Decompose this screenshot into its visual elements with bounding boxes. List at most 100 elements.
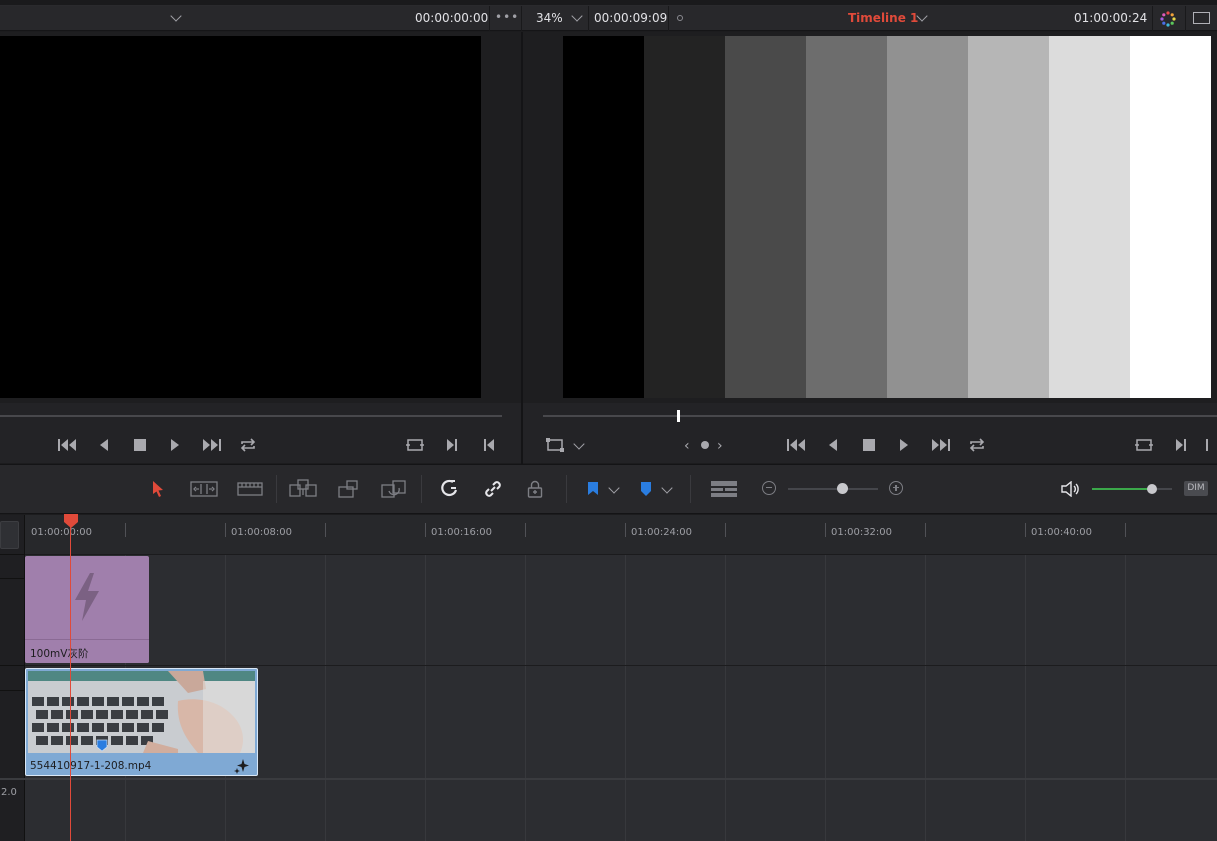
loop-icon[interactable] bbox=[237, 434, 259, 456]
header-divider bbox=[521, 6, 522, 31]
clip-marker-icon[interactable] bbox=[96, 739, 108, 752]
jump-to-start-icon[interactable] bbox=[57, 434, 79, 456]
viewer-zoom-level[interactable]: 34% bbox=[536, 6, 563, 31]
video-clip-thumbnail bbox=[28, 671, 255, 753]
timeline-zoom-slider[interactable] bbox=[788, 488, 878, 490]
header-divider bbox=[489, 6, 490, 31]
prev-marker-icon[interactable]: ‹ bbox=[684, 438, 690, 454]
color-bar-6 bbox=[968, 36, 1049, 398]
header-divider bbox=[668, 6, 669, 31]
timeline-gridline bbox=[425, 555, 426, 841]
play-icon[interactable] bbox=[893, 434, 915, 456]
ruler-label: 01:00:08:00 bbox=[231, 527, 293, 538]
timeline-scrub-handle[interactable] bbox=[677, 410, 680, 422]
color-bar-5 bbox=[887, 36, 968, 398]
record-indicator-icon bbox=[677, 15, 683, 21]
linked-selection-icon[interactable] bbox=[478, 474, 508, 504]
color-wheel-icon[interactable] bbox=[1159, 10, 1177, 28]
color-bar-1 bbox=[563, 36, 644, 398]
source-viewer-screen bbox=[0, 36, 481, 398]
marker-dot-icon[interactable] bbox=[701, 441, 709, 449]
timeline-view-options-icon[interactable] bbox=[709, 474, 739, 504]
transform-overlay-icon[interactable] bbox=[544, 434, 566, 456]
ruler-label: 01:00:16:00 bbox=[431, 527, 493, 538]
insert-clip-icon[interactable] bbox=[288, 474, 318, 504]
track-header-divider bbox=[0, 778, 25, 780]
timeline-zoom-slider-handle[interactable] bbox=[837, 483, 848, 494]
match-frame-icon[interactable] bbox=[404, 434, 426, 456]
volume-icon[interactable] bbox=[1056, 474, 1086, 504]
header-divider bbox=[1152, 6, 1153, 31]
ruler-label: 01:00:40:00 bbox=[1031, 527, 1093, 538]
header-divider bbox=[588, 6, 589, 31]
timeline-duration: 00:00:09:09 bbox=[594, 11, 668, 25]
source-timecode: 00:00:00:00 bbox=[415, 11, 489, 25]
play-reverse-icon[interactable] bbox=[93, 434, 115, 456]
position-lock-icon[interactable] bbox=[520, 474, 550, 504]
volume-slider-fill bbox=[1092, 488, 1152, 490]
replace-clip-icon[interactable] bbox=[380, 474, 410, 504]
next-edit-icon[interactable] bbox=[1170, 434, 1192, 456]
track-divider bbox=[25, 778, 1217, 780]
blade-mode-icon[interactable] bbox=[235, 474, 265, 504]
timeline-gridline bbox=[525, 555, 526, 841]
playhead-line[interactable] bbox=[70, 520, 71, 841]
toolbar-divider bbox=[566, 475, 567, 503]
timeline-scrub-bar[interactable] bbox=[543, 415, 1217, 417]
loop-icon[interactable] bbox=[966, 434, 988, 456]
volume-slider-handle[interactable] bbox=[1147, 484, 1157, 494]
ruler-tick bbox=[125, 523, 126, 537]
ruler-tick bbox=[1125, 523, 1126, 537]
jump-to-end-icon[interactable] bbox=[929, 434, 951, 456]
playhead-handle[interactable] bbox=[64, 514, 78, 528]
track-header-divider bbox=[0, 554, 25, 555]
viewer-mode-icon[interactable] bbox=[1193, 12, 1210, 24]
next-marker-icon[interactable]: › bbox=[717, 438, 723, 454]
stop-icon[interactable] bbox=[129, 434, 151, 456]
selection-mode-icon[interactable] bbox=[143, 474, 173, 504]
jump-to-end-icon[interactable] bbox=[200, 434, 222, 456]
zoom-in-icon[interactable] bbox=[889, 481, 903, 495]
marker-icon[interactable] bbox=[631, 474, 661, 504]
ruler-tick bbox=[725, 523, 726, 537]
flag-icon[interactable] bbox=[578, 474, 608, 504]
color-bar-8 bbox=[1130, 36, 1211, 398]
timeline-gridline bbox=[325, 555, 326, 841]
timecode-field[interactable] bbox=[0, 521, 19, 549]
video-clip-name: 554410917-1-208.mp4 bbox=[30, 760, 152, 772]
dim-button[interactable]: DIM bbox=[1184, 481, 1208, 496]
timeline-gridline bbox=[925, 555, 926, 841]
prev-edit-icon[interactable] bbox=[1206, 439, 1208, 451]
match-frame-icon[interactable] bbox=[1133, 434, 1155, 456]
snapping-icon[interactable] bbox=[434, 474, 464, 504]
video-clip[interactable]: 554410917-1-208.mp4 bbox=[25, 668, 258, 776]
overwrite-clip-icon[interactable] bbox=[334, 474, 364, 504]
timeline-gridline bbox=[625, 555, 626, 841]
ruler-tick bbox=[825, 523, 826, 537]
audio-channel-label: 2.0 bbox=[1, 787, 17, 798]
header-divider bbox=[1185, 6, 1186, 31]
ruler-tick bbox=[225, 523, 226, 537]
fusion-clip[interactable]: 100mV灰阶 bbox=[25, 556, 149, 663]
source-options-more-icon[interactable]: ••• bbox=[495, 5, 519, 30]
fusion-clip-name-bar: 100mV灰阶 bbox=[25, 639, 149, 663]
color-bar-3 bbox=[725, 36, 806, 398]
prev-edit-icon[interactable] bbox=[478, 434, 500, 456]
toolbar-divider bbox=[421, 475, 422, 503]
fusion-clip-name: 100mV灰阶 bbox=[30, 648, 89, 660]
timeline-gridline bbox=[725, 555, 726, 841]
play-icon[interactable] bbox=[164, 434, 186, 456]
color-bar-4 bbox=[806, 36, 887, 398]
trim-mode-icon[interactable] bbox=[189, 474, 219, 504]
stop-icon[interactable] bbox=[858, 434, 880, 456]
timeline-viewer-screen bbox=[563, 36, 1211, 398]
zoom-out-icon[interactable] bbox=[762, 481, 776, 495]
play-reverse-icon[interactable] bbox=[822, 434, 844, 456]
timeline-name[interactable]: Timeline 1 bbox=[848, 6, 918, 31]
jump-to-start-icon[interactable] bbox=[786, 434, 808, 456]
timeline-gridline bbox=[825, 555, 826, 841]
source-scrub-bar[interactable] bbox=[0, 415, 502, 417]
next-edit-icon[interactable] bbox=[441, 434, 463, 456]
ruler-label: 01:00:00:00 bbox=[31, 527, 93, 538]
ruler-tick bbox=[925, 523, 926, 537]
